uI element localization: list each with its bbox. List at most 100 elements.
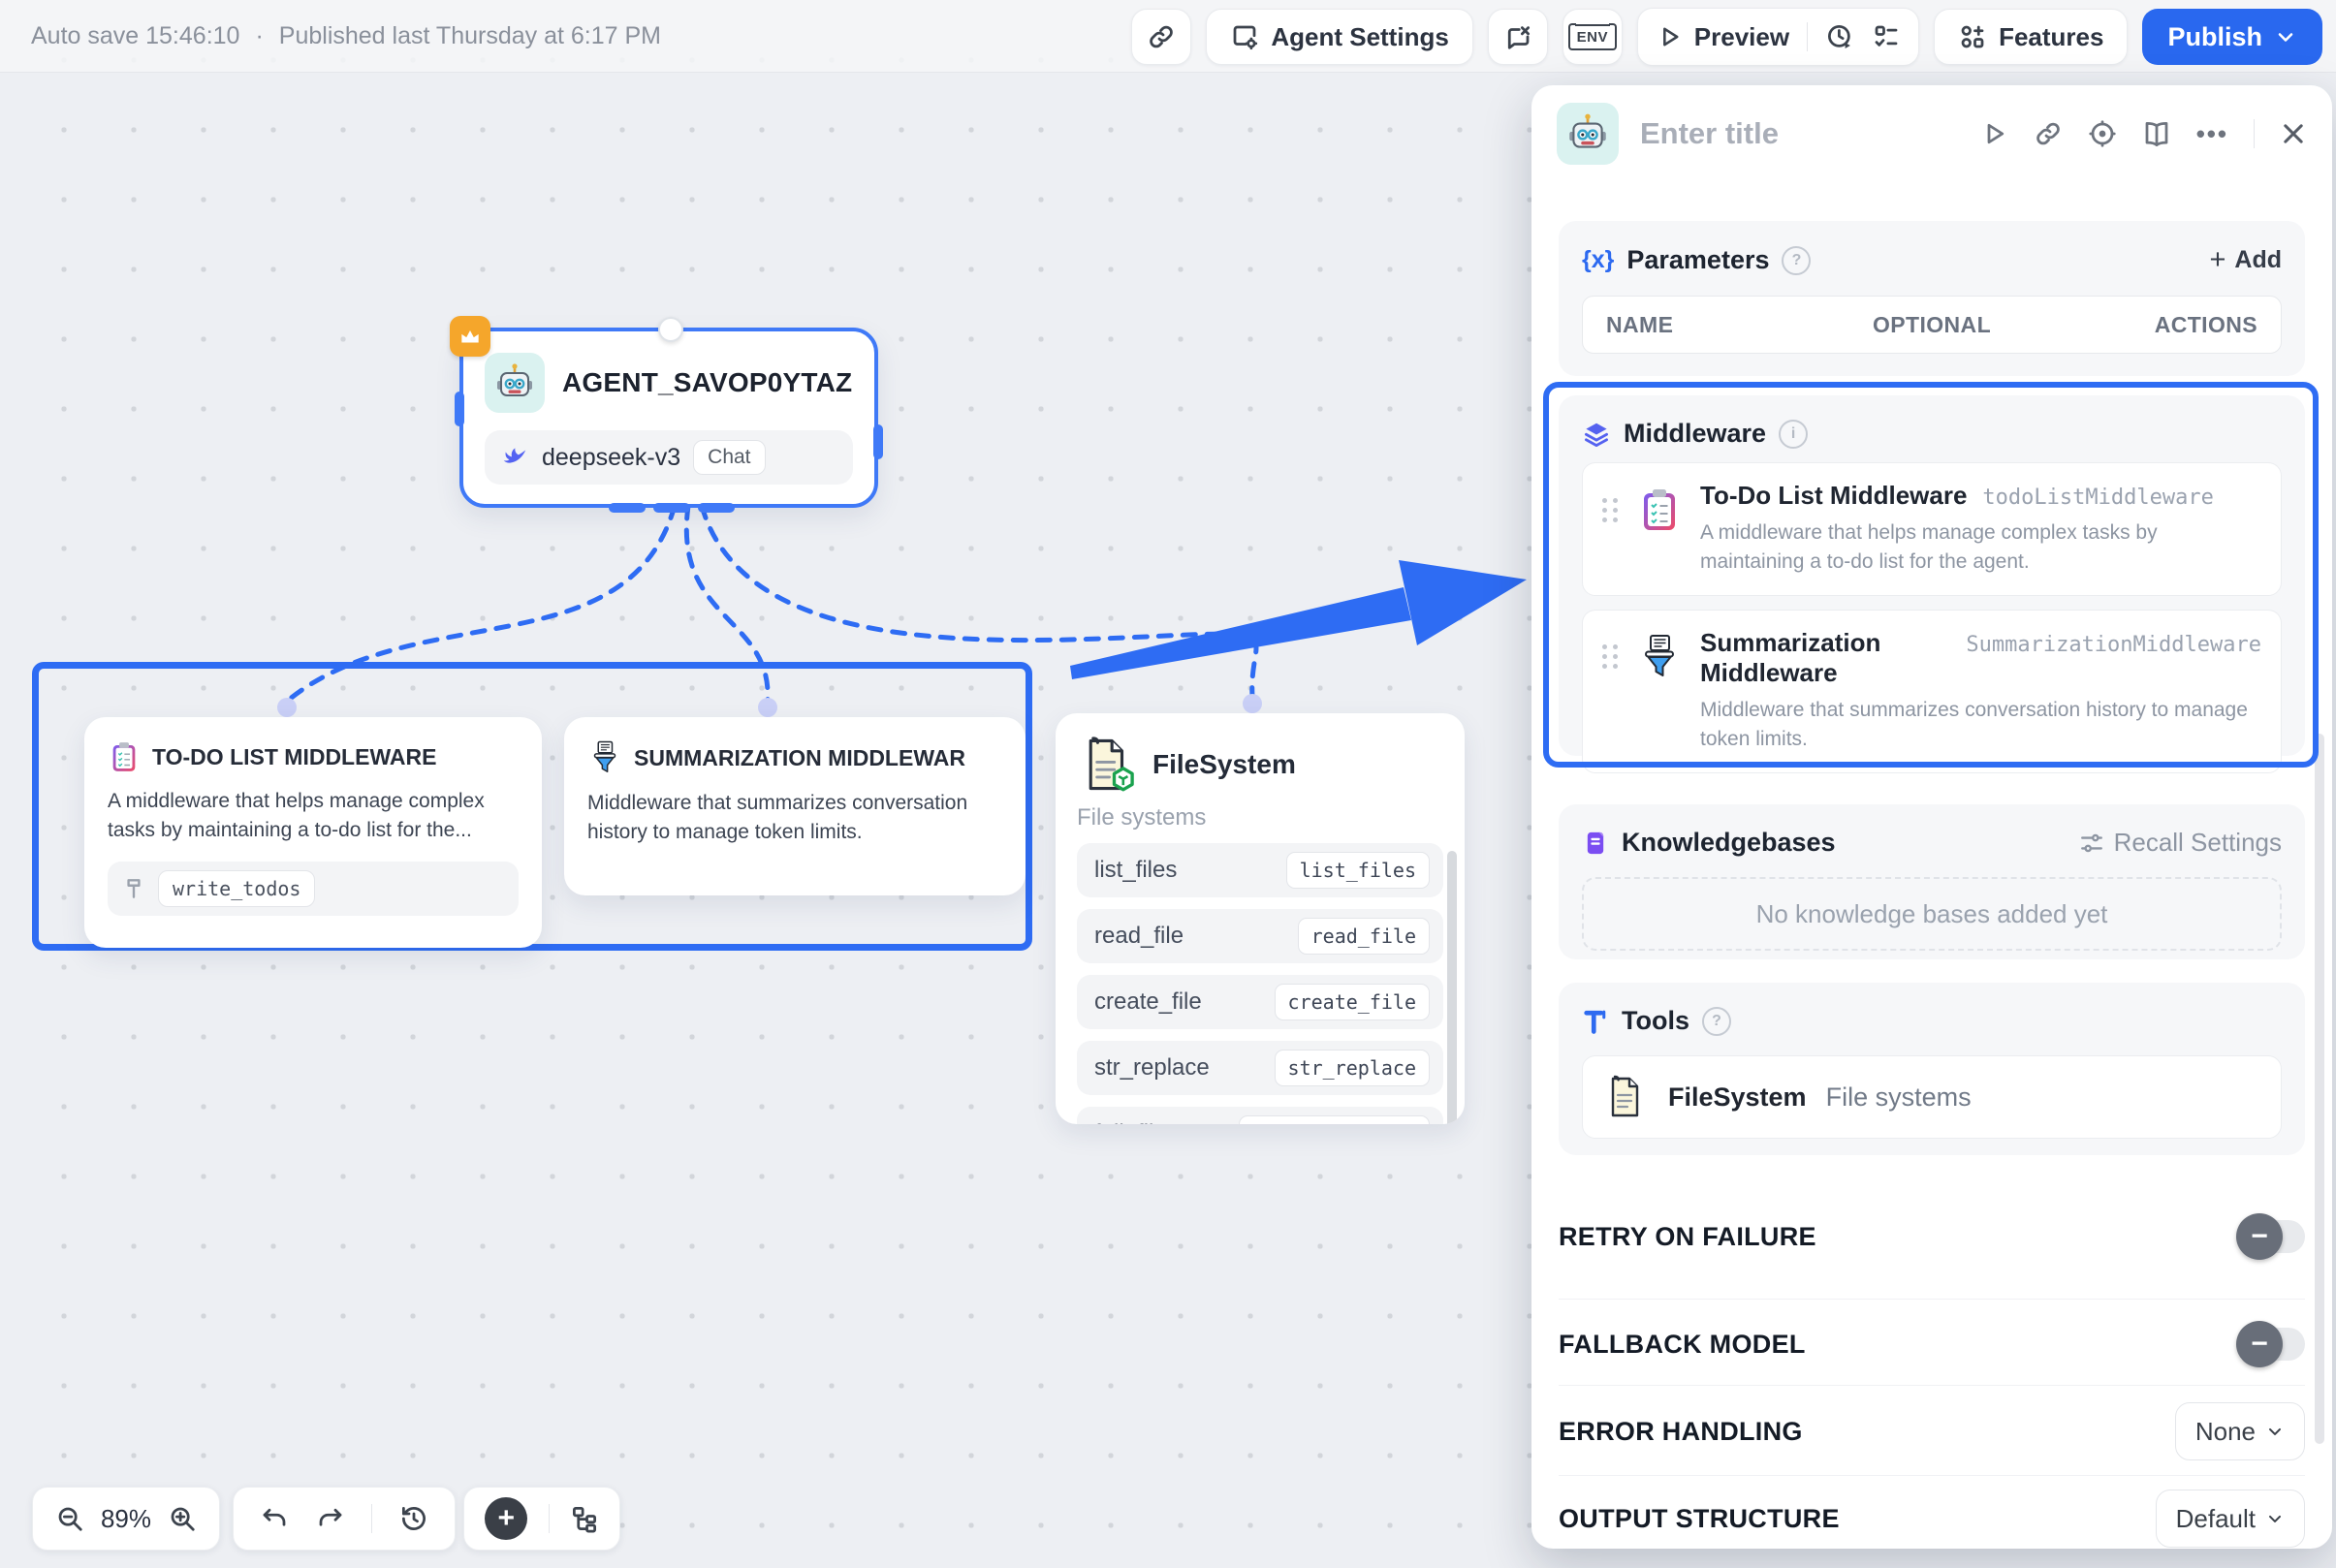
publish-button[interactable]: Publish (2142, 9, 2322, 65)
summarization-node-description: Middleware that summarizes conversation … (587, 789, 1002, 848)
help-icon[interactable]: ? (1702, 1007, 1731, 1036)
model-selector[interactable]: deepseek-v3 Chat (485, 430, 853, 485)
redo-button[interactable] (316, 1504, 345, 1533)
summarization-middleware-node[interactable]: SUMMARIZATION MIDDLEWAR Middleware that … (564, 717, 1026, 895)
annotation-arrow (1070, 560, 1527, 679)
column-optional: OPTIONAL (1823, 312, 2040, 338)
drag-handle[interactable] (1602, 481, 1619, 539)
agent-node-title: AGENT_SAVOP0YTAZ (562, 367, 852, 398)
panel-scrollbar[interactable] (2315, 734, 2324, 1444)
middleware-item-summarization[interactable]: Summarization Middleware SummarizationMi… (1582, 610, 2282, 773)
filesystem-tool-row[interactable]: list_files list_files (1077, 843, 1443, 897)
todo-middleware-node[interactable]: TO-DO LIST MIDDLEWARE A middleware that … (84, 717, 542, 948)
robot-icon (1557, 103, 1619, 165)
deepseek-icon (500, 443, 529, 472)
knowledgebases-empty-state: No knowledge bases added yet (1582, 877, 2282, 951)
info-icon[interactable]: i (1779, 420, 1808, 449)
retry-on-failure-label: RETRY ON FAILURE (1559, 1222, 1816, 1252)
knowledgebases-section: Knowledgebases Recall Settings No knowle… (1559, 804, 2305, 959)
recall-settings-label: Recall Settings (2114, 828, 2282, 858)
title-input[interactable]: Enter title (1640, 116, 1979, 151)
copy-link-button[interactable] (1131, 9, 1191, 65)
zoom-out-button[interactable] (45, 1504, 95, 1533)
add-parameter-button[interactable]: + Add (2209, 244, 2282, 276)
toggle-knob: − (2236, 1213, 2283, 1260)
version-history-button[interactable] (399, 1504, 428, 1533)
close-panel-button[interactable] (2280, 120, 2307, 147)
plus-icon: + (2209, 244, 2226, 276)
agent-bottom-handle[interactable] (698, 503, 735, 513)
filesystem-scrollbar[interactable] (1447, 851, 1457, 1124)
filesystem-tool-row[interactable]: str_replace str_replace (1077, 1041, 1443, 1095)
recall-settings-button[interactable]: Recall Settings (2079, 828, 2282, 858)
agent-node[interactable]: AGENT_SAVOP0YTAZ deepseek-v3 Chat (459, 328, 878, 508)
preview-button[interactable]: Preview (1656, 22, 1789, 52)
divider (1807, 22, 1808, 51)
play-icon (1979, 119, 2008, 148)
annotation-button[interactable] (1488, 9, 1548, 65)
undo-button[interactable] (260, 1504, 289, 1533)
focus-node-button[interactable] (2088, 119, 2117, 148)
redo-icon (316, 1504, 345, 1533)
close-icon (2280, 120, 2307, 147)
agent-bottom-handle[interactable] (653, 503, 690, 513)
tool-badge: full_file_rewr (1239, 1115, 1430, 1124)
more-options-button[interactable]: ••• (2196, 119, 2228, 149)
env-variables-button[interactable]: ENV (1563, 9, 1623, 65)
tool-label: list_files (1094, 857, 1177, 884)
docs-button[interactable] (2142, 119, 2171, 148)
add-node-button[interactable]: + (485, 1497, 527, 1540)
drag-handle[interactable] (1602, 628, 1619, 686)
retry-on-failure-toggle[interactable]: − (2243, 1220, 2305, 1253)
agent-left-handle[interactable] (455, 392, 464, 426)
copy-agent-link-button[interactable] (2034, 119, 2063, 148)
run-agent-button[interactable] (1979, 119, 2008, 148)
divider (1559, 1385, 2305, 1386)
checklist-icon (1872, 22, 1901, 51)
env-icon: ENV (1575, 24, 1610, 50)
fallback-model-toggle[interactable]: − (2243, 1328, 2305, 1361)
divider (1559, 1299, 2305, 1300)
auto-layout-button[interactable] (570, 1504, 599, 1533)
filesystem-tool-row[interactable]: create_file create_file (1077, 975, 1443, 1029)
features-label: Features (1999, 22, 2103, 52)
tree-layout-icon (570, 1504, 599, 1533)
status-separator: · (255, 22, 263, 50)
output-structure-value: Default (2176, 1504, 2256, 1534)
tool-hammer-icon (121, 876, 146, 901)
history-icon (399, 1504, 428, 1533)
error-handling-value: None (2195, 1417, 2256, 1447)
todo-tool-row[interactable]: write_todos (108, 862, 519, 916)
filesystem-tool-row[interactable]: read_file read_file (1077, 909, 1443, 963)
middleware-item-todo[interactable]: To-Do List Middleware todoListMiddleware… (1582, 462, 2282, 596)
port-filesystem[interactable] (1243, 694, 1262, 713)
agent-top-port[interactable] (658, 317, 683, 342)
zoom-in-button[interactable] (157, 1504, 207, 1533)
preview-group: Preview (1637, 8, 1919, 66)
features-icon (1958, 22, 1987, 51)
undo-icon (260, 1504, 289, 1533)
features-button[interactable]: Features (1934, 9, 2128, 65)
middleware-name: To-Do List Middleware (1700, 481, 1967, 511)
middleware-code: SummarizationMiddleware (1966, 633, 2261, 657)
output-structure-row: OUTPUT STRUCTURE Default (1559, 1479, 2305, 1558)
error-handling-select[interactable]: None (2175, 1402, 2305, 1460)
tools-item-filesystem[interactable]: FileSystem File systems (1582, 1055, 2282, 1139)
agent-settings-button[interactable]: Agent Settings (1206, 9, 1472, 65)
middleware-title: Middleware (1624, 419, 1766, 449)
output-structure-select[interactable]: Default (2156, 1490, 2305, 1548)
chevron-down-icon (2265, 1422, 2285, 1441)
tool-label: str_replace (1094, 1054, 1210, 1082)
help-icon[interactable]: ? (1782, 246, 1811, 275)
tools-title: Tools (1622, 1006, 1689, 1036)
layers-icon (1582, 420, 1611, 449)
clock-run-icon (1825, 22, 1854, 51)
filesystem-node[interactable]: FileSystem File systems list_files list_… (1056, 713, 1465, 1124)
filesystem-tool-row[interactable]: full_file_rew full_file_rewr (1077, 1107, 1443, 1124)
run-history-button[interactable] (1825, 22, 1854, 51)
plus-icon: + (485, 1497, 527, 1540)
agent-right-handle[interactable] (873, 424, 883, 459)
filesystem-node-title: FileSystem (1152, 749, 1296, 780)
checklist-button[interactable] (1872, 22, 1901, 51)
agent-bottom-handle[interactable] (609, 503, 646, 513)
